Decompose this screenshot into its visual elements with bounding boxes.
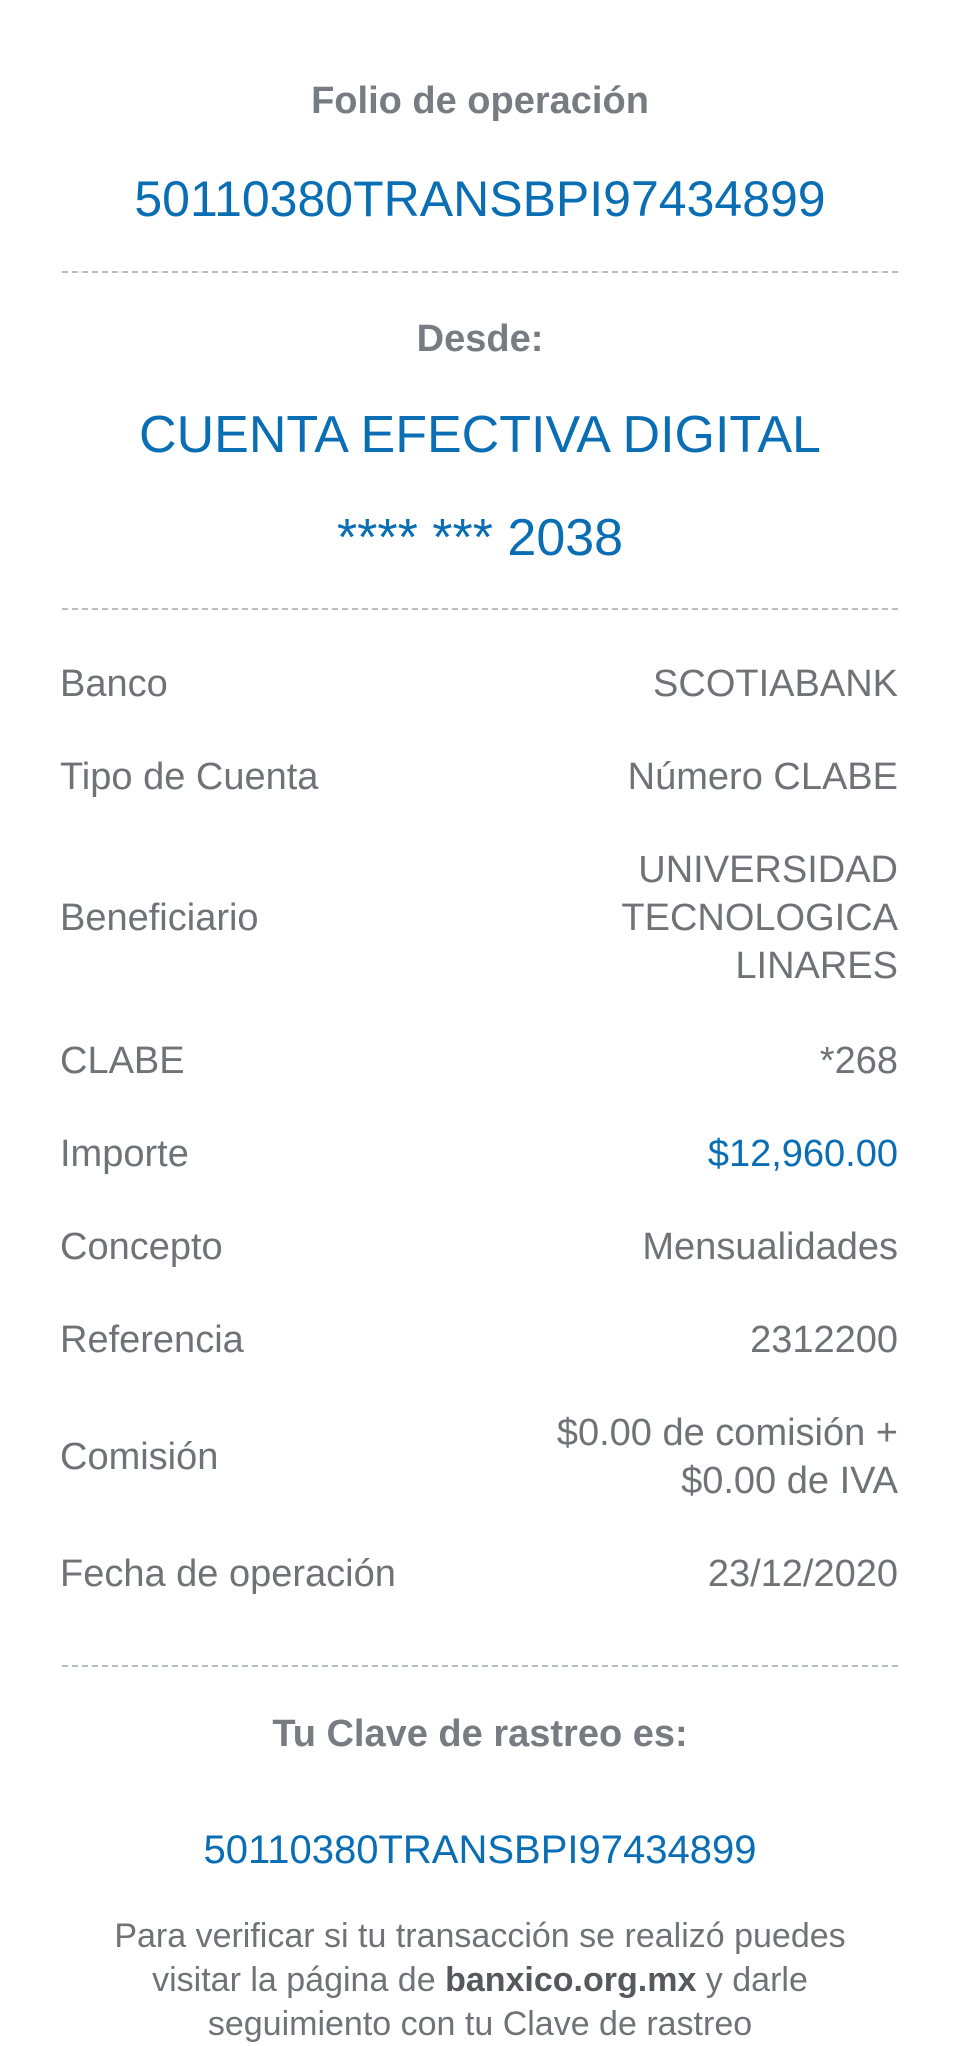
verification-line: seguimiento con tu Clave de rastreo: [207, 2005, 753, 2043]
verification-line: visitar la página de: [152, 1961, 446, 1999]
row-label-importe: Importe: [60, 1132, 189, 1175]
row-value-tipo-cuenta: Número CLABE: [627, 756, 898, 798]
row-value-clabe: *268: [819, 1040, 898, 1082]
verification-note: Para verificar si tu transacción se real…: [60, 1914, 900, 2046]
row-value-fecha: 23/12/2020: [707, 1553, 898, 1595]
row-label-fecha: Fecha de operación: [60, 1552, 396, 1595]
beneficiario-line: TECNOLOGICA: [621, 897, 898, 939]
beneficiario-line: UNIVERSIDAD: [638, 849, 898, 891]
receipt-page: Folio de operación 50110380TRANSBPI97434…: [0, 0, 960, 2044]
row-tipo-cuenta: Tipo de Cuenta Número CLABE: [60, 749, 898, 805]
tracking-value: 50110380TRANSBPI97434899: [203, 1828, 757, 1872]
row-banco: Banco SCOTIABANK: [60, 656, 898, 712]
row-label-referencia: Referencia: [60, 1318, 244, 1361]
row-value-beneficiario: UNIVERSIDAD TECNOLOGICA LINARES: [621, 846, 898, 990]
row-value-concepto: Mensualidades: [642, 1226, 898, 1268]
row-comision: Comisión $0.00 de comisión + $0.00 de IV…: [60, 1405, 898, 1509]
divider: [62, 1665, 898, 1667]
row-concepto: Concepto Mensualidades: [60, 1219, 898, 1275]
row-referencia: Referencia 2312200: [60, 1312, 898, 1368]
folio-value: 50110380TRANSBPI97434899: [134, 171, 826, 227]
row-label-tipo-cuenta: Tipo de Cuenta: [60, 755, 319, 798]
comision-line: $0.00 de IVA: [681, 1460, 898, 1502]
source-account-name: CUENTA EFECTIVA DIGITAL: [139, 406, 821, 464]
row-fecha: Fecha de operación 23/12/2020: [60, 1546, 898, 1602]
divider: [62, 271, 898, 273]
row-value-importe: $12,960.00: [707, 1133, 898, 1175]
source-account-number: **** *** 2038: [336, 509, 624, 567]
row-value-referencia: 2312200: [750, 1319, 898, 1361]
folio-label: Folio de operación: [311, 80, 649, 122]
tracking-label: Tu Clave de rastreo es:: [272, 1713, 688, 1755]
row-label-concepto: Concepto: [60, 1225, 223, 1268]
banxico-link[interactable]: banxico.org.mx: [445, 1961, 696, 1999]
beneficiario-line: LINARES: [735, 945, 898, 987]
source-label: Desde:: [416, 318, 544, 360]
verification-line: y darle: [696, 1961, 808, 1999]
comision-line: $0.00 de comisión +: [556, 1412, 898, 1454]
row-importe: Importe $12,960.00: [60, 1126, 898, 1182]
verification-line: Para verificar si tu transacción se real…: [114, 1917, 846, 1955]
row-clabe: CLABE *268: [60, 1033, 898, 1089]
row-value-comision: $0.00 de comisión + $0.00 de IVA: [557, 1409, 898, 1505]
row-label-beneficiario: Beneficiario: [60, 896, 259, 939]
row-label-clabe: CLABE: [60, 1039, 185, 1082]
divider: [62, 608, 898, 610]
row-label-banco: Banco: [60, 662, 168, 705]
row-label-comision: Comisión: [60, 1435, 219, 1478]
row-beneficiario: Beneficiario UNIVERSIDAD TECNOLOGICA LIN…: [60, 843, 898, 993]
row-value-banco: SCOTIABANK: [653, 663, 898, 705]
